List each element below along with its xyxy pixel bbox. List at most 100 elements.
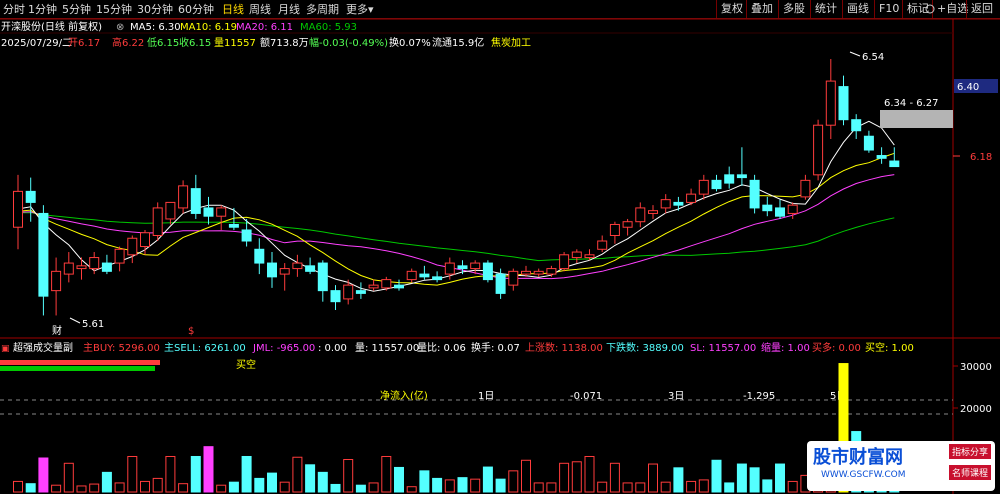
candle-body	[775, 207, 785, 217]
close-icon: ⊗	[116, 22, 124, 33]
marker-cai: 财	[52, 324, 62, 337]
candle-body	[876, 155, 887, 159]
header-field-8: 换0.07%	[389, 36, 431, 49]
range-highlight	[880, 110, 953, 128]
annotation-high-line	[849, 51, 861, 57]
volume-bar	[114, 482, 125, 493]
candle-body	[889, 160, 900, 168]
candle-body	[559, 254, 570, 270]
candle-body	[787, 204, 798, 214]
volume-bar	[635, 482, 646, 493]
candle-body	[406, 270, 417, 281]
candle-body	[140, 232, 150, 248]
volume-bar	[178, 483, 189, 493]
annotation-low: 5.61	[82, 319, 104, 330]
volume-bar	[406, 486, 417, 493]
header-ma20: MA20: 6.11	[236, 22, 293, 33]
sub-item-7: 上涨数: 1138.00	[525, 341, 603, 354]
candle-body	[190, 188, 201, 214]
volume-bar	[736, 463, 747, 493]
candle-body	[698, 179, 709, 195]
candle-body	[533, 270, 544, 275]
sell-bar	[0, 366, 155, 371]
sub-item-5: 量比: 0.06	[417, 342, 466, 354]
sub-item-11: 买多: 0.00	[812, 341, 861, 354]
candle-body	[838, 86, 849, 121]
volume-bar	[343, 459, 354, 493]
volume-bar	[660, 481, 671, 493]
candle-body	[863, 135, 874, 151]
volume-bar	[305, 464, 316, 493]
candle-body	[597, 240, 608, 250]
brand-name: 股市财富网	[813, 447, 903, 468]
candle-body	[495, 273, 506, 294]
header-field-3: 低6.15	[147, 36, 179, 49]
volume-bar	[292, 456, 303, 493]
candle-body	[101, 262, 112, 272]
vol-label-1: 20000	[960, 404, 992, 415]
volume-bar	[38, 457, 49, 493]
volume-bar	[228, 481, 239, 493]
vol-label-0: 30000	[960, 362, 992, 373]
candle-body	[38, 212, 49, 297]
volume-bar	[482, 466, 493, 493]
candle-body	[851, 119, 862, 132]
header-field-1: 开6.17	[68, 38, 100, 49]
candle-body	[736, 174, 747, 179]
candle-body	[432, 276, 443, 281]
volume-bar	[673, 467, 684, 493]
candle-body	[267, 262, 277, 278]
gear-icon[interactable]	[925, 4, 935, 14]
candle-body	[25, 190, 36, 203]
candle-body	[343, 284, 354, 300]
brand-tag-course: 名师课程	[948, 465, 991, 480]
volume-bar	[381, 455, 392, 493]
ma-line-ma10	[17, 152, 895, 286]
candle-body	[660, 199, 671, 209]
candle-body	[63, 262, 74, 275]
volume-bar	[394, 466, 404, 493]
volume-bar	[355, 484, 366, 493]
annotation-high: 6.54	[862, 52, 884, 63]
volume-bar	[25, 483, 36, 493]
net-v3: -1.295	[743, 391, 775, 402]
volume-bar	[775, 463, 785, 493]
candle-body	[368, 284, 379, 289]
brand-url: WWW.GSCFW.COM	[821, 470, 906, 480]
candle-body	[89, 257, 100, 270]
ma-line-ma20	[17, 174, 895, 280]
volume-bar	[609, 462, 620, 493]
annotation-low-line	[69, 317, 81, 324]
candle-body	[673, 201, 684, 206]
header-ma5: MA5: 6.30	[130, 22, 181, 33]
volume-bar	[317, 471, 328, 493]
volume-bar	[597, 481, 608, 493]
sub-item-12: 买空: 1.00	[865, 341, 914, 354]
volume-bar	[724, 482, 735, 493]
candle-body	[127, 237, 138, 256]
volume-bar	[546, 482, 557, 493]
sub-icon: ▣	[1, 344, 10, 354]
volume-bar	[457, 477, 468, 493]
net-v1: -0.071	[570, 391, 602, 402]
volume-bar	[279, 481, 290, 493]
candle-body	[419, 273, 430, 278]
header-field-5: 量11557	[214, 37, 256, 49]
header-field-6: 额713.8万	[260, 36, 309, 49]
chart-canvas: 开滦股份(日线 前复权) ⊗ MA5: 6.30 MA10: 6.19MA20: 6.…	[0, 4, 1000, 494]
volume-bar	[432, 477, 443, 493]
volume-bar	[51, 484, 62, 493]
sub-item-8: 下跌数: 3889.00	[606, 341, 684, 354]
header-stock: 开滦股份(日线 前复权)	[1, 20, 102, 33]
volume-bar	[622, 482, 633, 493]
candle-body	[51, 270, 62, 292]
header-field-4: 收6.15	[179, 36, 211, 49]
candle-body	[749, 179, 760, 209]
volume-bar	[203, 446, 214, 493]
volume-bar	[13, 480, 23, 493]
volume-bar	[241, 455, 252, 493]
candle-body	[521, 270, 531, 275]
candle-body	[381, 279, 392, 289]
net-d3: 3日	[668, 391, 684, 402]
candle-body	[305, 265, 316, 272]
